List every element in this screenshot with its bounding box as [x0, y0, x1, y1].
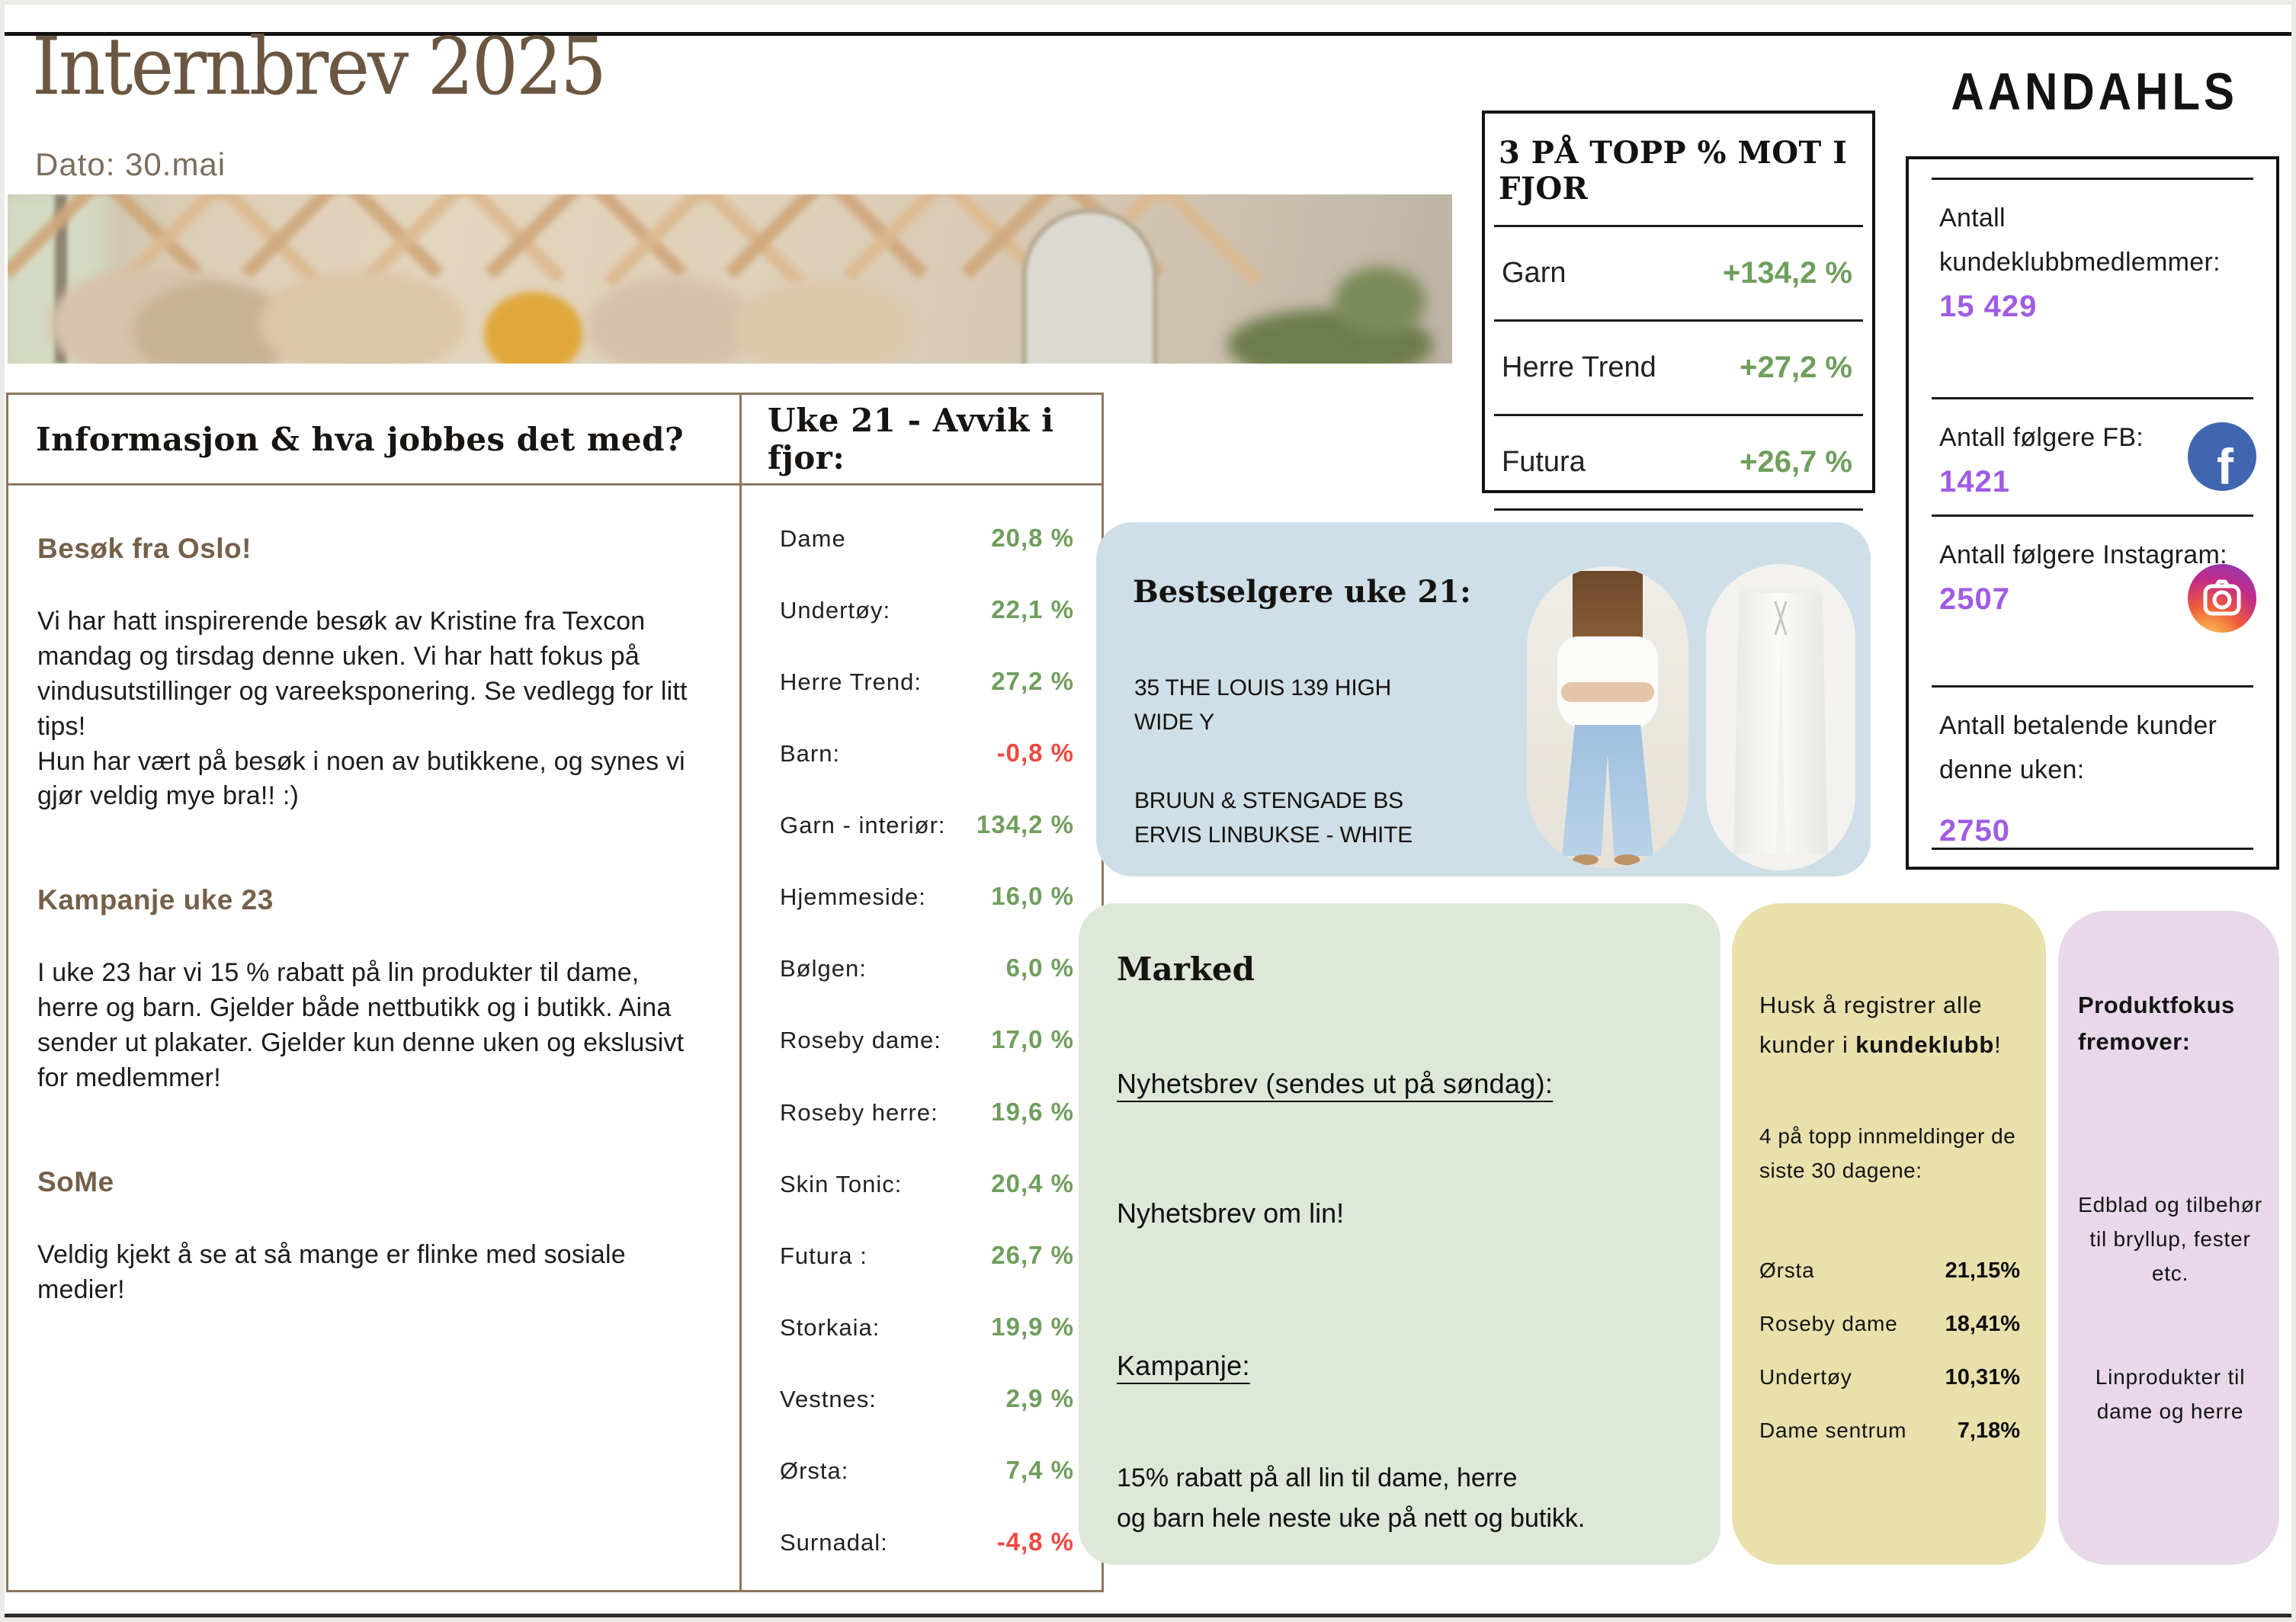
- marked-box: Marked Nyhetsbrev (sendes ut på søndag):…: [1079, 903, 1720, 1565]
- top3-title: 3 PÅ TOPP % MOT I FJOR: [1485, 114, 1872, 207]
- info-heading: Besøk fra Oslo!: [37, 533, 694, 565]
- stat-kundeklubb: Antall kundeklubbmedlemmer: 15 429: [1909, 180, 2276, 397]
- productfocus-box: Produktfokus fremover: Edblad og tilbehø…: [2058, 911, 2279, 1565]
- clothes-rack-banner-image: [8, 194, 1452, 364]
- kundeklubb-row: Undertøy10,31%: [1759, 1365, 2020, 1390]
- stat-row: Bølgen:6,0 %: [763, 954, 1079, 982]
- bestseller-item: 35 THE LOUIS 139 HIGH WIDE Y: [1134, 671, 1416, 739]
- stat-row: Roseby dame:17,0 %: [763, 1025, 1079, 1054]
- page-title: Internbrev 2025: [32, 20, 604, 114]
- stats-table: Dame20,8 % Undertøy:22,1 % Herre Trend:2…: [742, 486, 1102, 1590]
- kundeklubb-row: Dame sentrum7,18%: [1759, 1418, 2020, 1444]
- info-paragraph: Veldig kjekt å se at så mange er flinke …: [37, 1238, 694, 1308]
- product-photo-jeans: [1527, 566, 1688, 868]
- brand-logo: AANDAHLS: [1948, 61, 2238, 121]
- marked-title: Marked: [1117, 950, 1682, 988]
- facebook-icon: f: [2188, 422, 2256, 491]
- newsletter-body: Nyhetsbrev om lin!: [1117, 1197, 1682, 1229]
- instagram-icon: [2188, 564, 2256, 633]
- top3-box: 3 PÅ TOPP % MOT I FJOR Garn +134,2 % Her…: [1482, 111, 1875, 493]
- info-heading: Kampanje uke 23: [37, 884, 694, 916]
- stat-row: Dame20,8 %: [763, 524, 1079, 553]
- bestsellers-box: Bestselgere uke 21: 35 THE LOUIS 139 HIG…: [1096, 522, 1871, 877]
- stat-row: Garn - interiør:134,2 %: [763, 810, 1079, 839]
- top3-row: Garn +134,2 %: [1494, 227, 1863, 322]
- stat-row: Storkaia:19,9 %: [763, 1313, 1079, 1342]
- date-label: Dato: 30.mai: [35, 146, 226, 183]
- stat-paying-customers: Antall betalende kunder denne uken: 2750: [1909, 688, 2276, 848]
- box-header-row: Informasjon & hva jobbes det med? Uke 21…: [8, 395, 1102, 486]
- info-heading: SoMe: [37, 1166, 694, 1198]
- stat-row: Barn:-0,8 %: [763, 739, 1079, 768]
- campaign-body: 15% rabatt på all lin til dame, herre og…: [1117, 1458, 1682, 1538]
- stat-facebook: Antall følgere FB: 1421 f: [1909, 399, 2276, 514]
- top3-row: Futura +26,7 %: [1494, 416, 1863, 511]
- stat-row: Surnadal:-4,8 %: [763, 1527, 1079, 1556]
- stat-row: Futura :26,7 %: [763, 1241, 1079, 1270]
- stat-row: Undertøy:22,1 %: [763, 595, 1079, 624]
- product-photo-linen-pants: [1706, 564, 1855, 870]
- bestsellers-title: Bestselgere uke 21:: [1133, 574, 1471, 610]
- info-title: Informasjon & hva jobbes det med?: [36, 421, 684, 458]
- stat-instagram: Antall følgere Instagram: 2507: [1909, 517, 2276, 685]
- info-paragraph: I uke 23 har vi 15 % rabatt på lin produ…: [37, 956, 694, 1096]
- productfocus-item: Edblad og tilbehør til bryllup, fester e…: [2078, 1188, 2262, 1290]
- stat-row: Herre Trend:27,2 %: [763, 667, 1079, 696]
- stat-row: Hjemmeside:16,0 %: [763, 882, 1079, 911]
- info-column: Besøk fra Oslo! Vi har hatt inspirerende…: [8, 486, 742, 1590]
- social-stats-sidebar: Antall kundeklubbmedlemmer: 15 429 Antal…: [1906, 156, 2279, 870]
- stat-row: Vestnes:2,9 %: [763, 1384, 1079, 1413]
- kundeklubb-row: Roseby dame18,41%: [1759, 1312, 2020, 1337]
- kundeklubb-row: Ørsta21,15%: [1759, 1258, 2020, 1284]
- newsletter-heading: Nyhetsbrev (sendes ut på søndag):: [1117, 1068, 1682, 1100]
- stats-title: Uke 21 - Avvik i fjor:: [768, 402, 1102, 476]
- info-paragraph: Vi har hatt inspirerende besøk av Kristi…: [37, 604, 694, 814]
- mirror: [1021, 208, 1158, 364]
- top3-row: Herre Trend +27,2 %: [1494, 322, 1863, 416]
- stat-row: Ørsta:7,4 %: [763, 1456, 1079, 1485]
- kundeklubb-subtitle: 4 på topp innmeldinger de siste 30 dagen…: [1759, 1120, 2020, 1188]
- stat-row: Skin Tonic:20,4 %: [763, 1169, 1079, 1198]
- info-and-stats-box: Informasjon & hva jobbes det med? Uke 21…: [6, 393, 1104, 1592]
- kundeklubb-box: Husk å registrer alle kunder i kundeklub…: [1732, 903, 2046, 1565]
- productfocus-title: Produktfokus fremover:: [2078, 987, 2262, 1060]
- campaign-heading: Kampanje:: [1117, 1350, 1682, 1382]
- bestseller-item: BRUUN & STENGADE BS ERVIS LINBUKSE - WHI…: [1134, 784, 1416, 852]
- stat-row: Roseby herre:19,6 %: [763, 1098, 1079, 1127]
- newsletter-page: Internbrev 2025 Dato: 30.mai AANDAHLS 3 …: [0, 0, 2296, 1622]
- bottom-rule: [0, 1614, 2296, 1622]
- kundeklubb-intro: Husk å registrer alle kunder i kundeklub…: [1759, 986, 2020, 1065]
- productfocus-item: Linprodukter til dame og herre: [2078, 1361, 2262, 1429]
